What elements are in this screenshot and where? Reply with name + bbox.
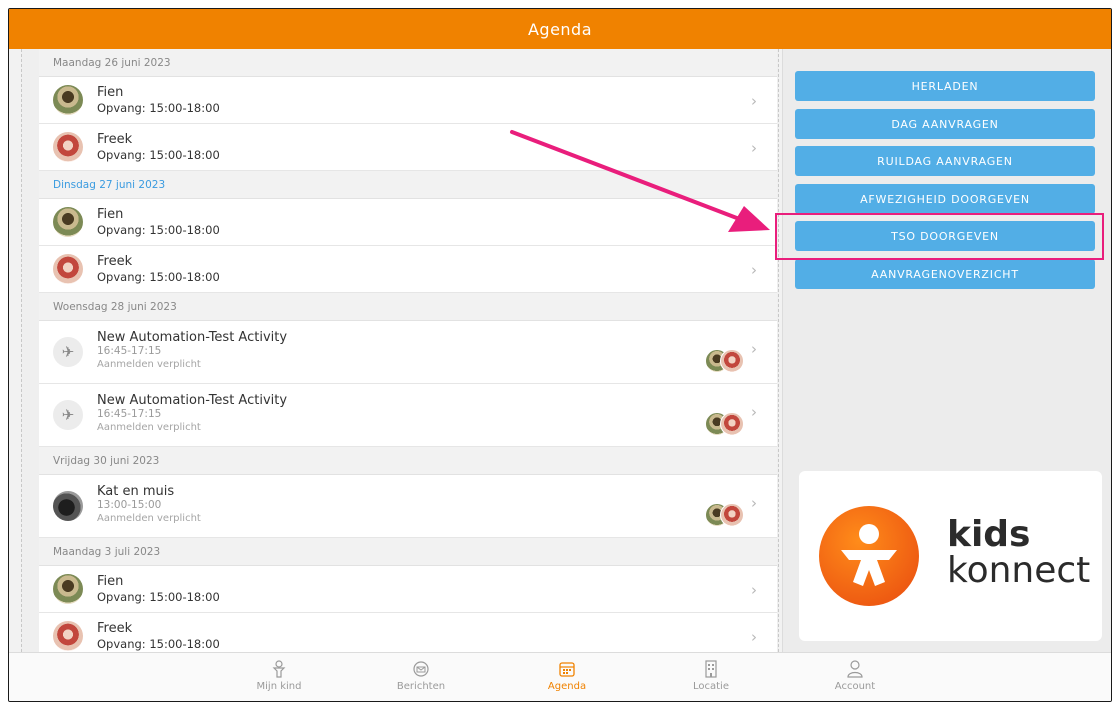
row-title: Fien [97, 574, 124, 589]
reload-button[interactable]: HERLADEN [795, 71, 1095, 101]
row-title: Freek [97, 132, 133, 147]
row-subtitle: Opvang: 15:00-18:00 [97, 637, 220, 651]
child-row[interactable]: Fien Opvang: 15:00-18:00 › [39, 77, 777, 124]
app-window: Agenda Maandag 26 juni 2023 Fien Opvang: 1… [8, 8, 1112, 702]
agenda-list-container[interactable]: Maandag 26 juni 2023 Fien Opvang: 15:00-18… [21, 49, 779, 652]
row-time: 16:45-17:15 [97, 345, 162, 357]
row-subtitle: Opvang: 15:00-18:00 [97, 270, 220, 284]
tab-locatie[interactable]: Locatie [671, 659, 751, 692]
logo-line-2: konnect [947, 550, 1091, 591]
date-header: Maandag 26 juni 2023 [39, 49, 777, 77]
chevron-right-icon: › [751, 214, 757, 232]
tab-label: Berichten [396, 681, 446, 692]
participant-avatars [705, 349, 744, 373]
row-subtitle: Opvang: 15:00-18:00 [97, 148, 220, 162]
participant-avatars [705, 412, 744, 436]
actions-panel: HERLADEN DAG AANVRAGEN RUILDAG AANVRAGEN… [775, 49, 1111, 652]
report-absence-button[interactable]: AFWEZIGHEID DOORGEVEN [795, 184, 1095, 214]
tab-label: Mijn kind [256, 681, 302, 692]
child-avatar-freek [53, 254, 83, 284]
child-row[interactable]: Fien Opvang: 15:00-18:00 › [39, 199, 777, 246]
request-day-button[interactable]: DAG AANVRAGEN [795, 109, 1095, 139]
row-time: 13:00-15:00 [97, 499, 162, 511]
logo-wordmark: kids konnect [947, 517, 1090, 589]
row-note: Aanmelden verplicht [97, 422, 201, 433]
row-note: Aanmelden verplicht [97, 513, 201, 524]
row-title: Fien [97, 85, 124, 100]
tso-highlight-box [775, 213, 1104, 260]
child-row[interactable]: Freek Opvang: 15:00-18:00 › [39, 613, 777, 652]
activity-row[interactable]: ✈ New Automation-Test Activity 16:45-17:15… [39, 321, 777, 384]
tab-mijn-kind[interactable]: Mijn kind [239, 659, 319, 692]
activity-avatar [53, 491, 83, 521]
row-title: New Automation-Test Activity [97, 393, 288, 408]
tab-label: Locatie [693, 681, 729, 692]
messages-icon [413, 661, 429, 677]
participant-avatar [720, 349, 744, 373]
bottom-nav: Mijn kind Berichten Agenda Locatie Accou… [9, 652, 1111, 701]
logo-line-1: kids [947, 514, 1031, 555]
kidskonnect-logo-icon [819, 506, 919, 606]
participant-avatar [720, 503, 744, 527]
chevron-right-icon: › [751, 403, 757, 421]
kidskonnect-logo: kids konnect [799, 471, 1102, 641]
chevron-right-icon: › [751, 340, 757, 358]
date-header: Maandag 3 juli 2023 [39, 538, 777, 566]
row-title: Freek [97, 254, 133, 269]
activity-icon: ✈ [53, 400, 83, 430]
child-avatar-freek [53, 132, 83, 162]
child-row[interactable]: Fien Opvang: 15:00-18:00 › [39, 566, 777, 613]
child-row[interactable]: Freek Opvang: 15:00-18:00 › [39, 124, 777, 171]
calendar-icon [559, 662, 575, 677]
user-icon [847, 660, 863, 678]
top-bar: Agenda [9, 9, 1111, 49]
row-time: 16:45-17:15 [97, 408, 162, 420]
chevron-right-icon: › [751, 494, 757, 512]
child-avatar-fien [53, 85, 83, 115]
swap-day-button[interactable]: RUILDAG AANVRAGEN [795, 146, 1095, 176]
agenda-list[interactable]: Maandag 26 juni 2023 Fien Opvang: 15:00-18… [39, 49, 777, 652]
child-avatar-fien [53, 207, 83, 237]
child-row[interactable]: Freek Opvang: 15:00-18:00 › [39, 246, 777, 293]
row-title: Freek [97, 621, 133, 636]
row-title: New Automation-Test Activity [97, 330, 288, 345]
requests-overview-button[interactable]: AANVRAGENOVERZICHT [795, 259, 1095, 289]
row-note: Aanmelden verplicht [97, 359, 201, 370]
tab-agenda[interactable]: Agenda [527, 659, 607, 692]
activity-row[interactable]: ✈ New Automation-Test Activity 16:45-17:15… [39, 384, 777, 447]
chevron-right-icon: › [751, 92, 757, 110]
activity-icon: ✈ [53, 337, 83, 367]
chevron-right-icon: › [751, 139, 757, 157]
chevron-right-icon: › [751, 628, 757, 646]
child-icon [272, 660, 286, 678]
participant-avatars [705, 503, 744, 527]
tab-account[interactable]: Account [815, 659, 895, 692]
chevron-right-icon: › [751, 581, 757, 599]
child-avatar-freek [53, 621, 83, 651]
date-header: Woensdag 28 juni 2023 [39, 293, 777, 321]
row-subtitle: Opvang: 15:00-18:00 [97, 223, 220, 237]
tab-berichten[interactable]: Berichten [381, 659, 461, 692]
participant-avatar [720, 412, 744, 436]
row-subtitle: Opvang: 15:00-18:00 [97, 590, 220, 604]
date-header: Dinsdag 27 juni 2023 [39, 171, 777, 199]
row-title: Fien [97, 207, 124, 222]
date-header: Vrijdag 30 juni 2023 [39, 447, 777, 475]
chevron-right-icon: › [751, 261, 757, 279]
child-avatar-fien [53, 574, 83, 604]
row-title: Kat en muis [97, 484, 175, 499]
row-subtitle: Opvang: 15:00-18:00 [97, 101, 220, 115]
tab-label: Agenda [547, 681, 587, 692]
tab-label: Account [834, 681, 876, 692]
page-title: Agenda [527, 19, 593, 39]
activity-row[interactable]: Kat en muis 13:00-15:00 Aanmelden verplich… [39, 475, 777, 538]
building-icon [705, 660, 717, 678]
